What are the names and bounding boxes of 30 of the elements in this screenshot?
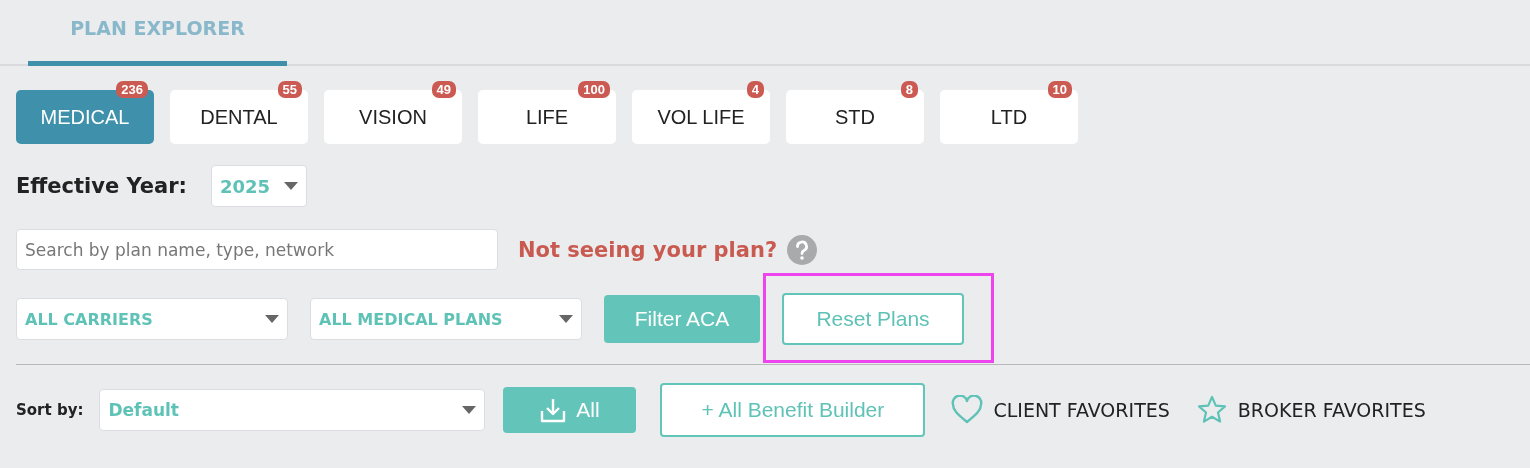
caret-icon: [265, 315, 279, 323]
count-badge: 49: [431, 81, 456, 98]
count-badge: 10: [1047, 81, 1072, 98]
count-badge: 236: [116, 81, 148, 98]
count-badge: 4: [746, 81, 764, 98]
caret-icon: [462, 406, 477, 414]
download-icon: [540, 397, 567, 423]
download-button[interactable]: All: [503, 387, 637, 433]
filter-dropdown[interactable]: ALL CARRIERS: [16, 298, 288, 340]
caret-icon: [284, 182, 298, 190]
count-badge: 55: [277, 81, 302, 98]
filter-button[interactable]: Filter ACA: [604, 295, 760, 343]
field-label: Sort by:: [16, 401, 84, 419]
sort-dropdown[interactable]: Default: [99, 389, 486, 431]
help-link[interactable]: Not seeing your plan?: [518, 237, 778, 262]
caret-icon: [559, 315, 573, 323]
help-icon[interactable]: [787, 234, 818, 265]
star-icon: [1195, 395, 1228, 425]
search-field[interactable]: Search by plan name, type, network: [16, 229, 498, 270]
filter-dropdown[interactable]: ALL MEDICAL PLANS: [310, 298, 582, 340]
field-label: Effective Year:: [16, 174, 187, 198]
page-tab[interactable]: PLAN EXPLORER: [28, 0, 287, 66]
count-badge: 8: [900, 81, 918, 98]
favorites-button[interactable]: BROKER FAVORITES: [1195, 395, 1426, 425]
builder-button[interactable]: + All Benefit Builder: [660, 383, 926, 437]
favorites-button[interactable]: CLIENT FAVORITES: [951, 395, 1170, 425]
reset-button[interactable]: Reset Plans: [782, 293, 964, 345]
count-badge: 100: [578, 81, 610, 98]
heart-icon: [951, 395, 984, 425]
year-dropdown[interactable]: 2025: [211, 165, 307, 207]
